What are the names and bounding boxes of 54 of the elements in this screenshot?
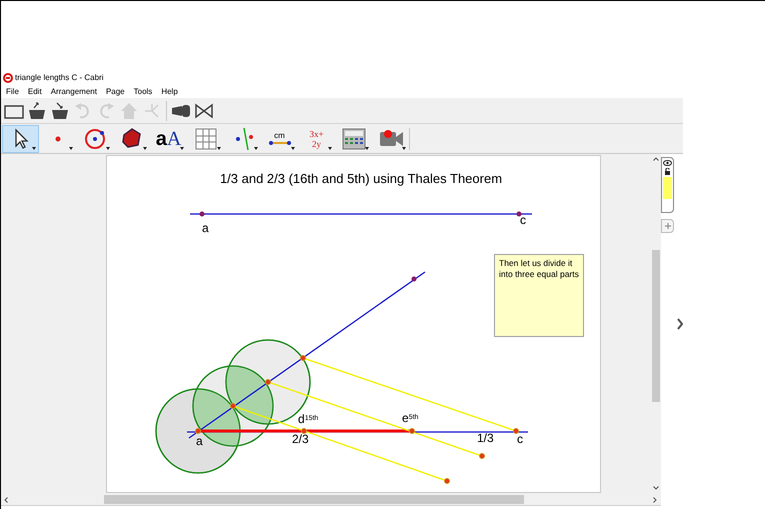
save-basket-icon	[49, 100, 71, 122]
plus-icon[interactable]	[664, 223, 670, 229]
ruler-segment-icon	[268, 140, 290, 146]
scroll-left-icon[interactable]	[4, 497, 8, 503]
scroll-right-icon[interactable]	[653, 497, 657, 503]
add-tab[interactable]	[661, 219, 674, 233]
point-label: 2/3	[292, 433, 309, 446]
dot-icon	[54, 136, 60, 142]
scroll-up-icon[interactable]	[653, 157, 659, 161]
caret-icon[interactable]	[328, 146, 332, 150]
tool-button[interactable]	[2, 124, 39, 152]
save-basket-button[interactable]	[49, 100, 71, 122]
eye-icon[interactable]	[663, 160, 672, 166]
caret-icon[interactable]	[217, 146, 221, 150]
chevron-right-icon[interactable]	[677, 318, 683, 330]
caret-icon[interactable]	[365, 146, 369, 150]
point-label: e$^{5th}$	[402, 412, 418, 425]
layer-swatch[interactable]	[663, 177, 672, 199]
caret-icon[interactable]	[180, 146, 184, 150]
caret-icon[interactable]	[402, 146, 406, 150]
menu-item[interactable]: File	[6, 86, 19, 98]
point-label: a	[196, 435, 203, 448]
window-title: triangle lengths C - Cabri	[15, 72, 104, 84]
grid-icon	[192, 126, 218, 152]
calculate-tool[interactable]: 3x+ 2y	[298, 124, 335, 152]
layers-tab[interactable]	[661, 157, 674, 213]
sheet-title: 1/3 and 2/3 (16th and 5th) using Thales Theorem	[218, 170, 504, 188]
measure-tool[interactable]: cm	[261, 124, 298, 152]
point-label: d$^{15th}$	[298, 413, 318, 426]
scrollbar-thumb[interactable]	[652, 250, 660, 402]
text-note: Then let us divide it into three equal parts	[494, 254, 584, 337]
point-label: 1/3	[477, 432, 494, 445]
menu-item[interactable]: Tools	[134, 86, 152, 98]
horizontal-scrollbar[interactable]	[1, 494, 661, 506]
menu-item[interactable]: Edit	[28, 86, 42, 98]
caret-icon[interactable]	[69, 146, 73, 150]
menu-item[interactable]: Arrangement	[50, 86, 97, 98]
menu-item[interactable]: Help	[161, 86, 178, 98]
scrollbar-thumb[interactable]	[104, 495, 524, 504]
caret-icon[interactable]	[143, 146, 147, 150]
point-label: a	[202, 222, 209, 235]
text-tool[interactable]: aA	[150, 124, 187, 152]
lock-icon[interactable]	[664, 168, 671, 175]
menu-item[interactable]: Page	[106, 86, 125, 98]
caret-icon[interactable]	[291, 146, 295, 150]
app-logo-icon	[3, 73, 13, 83]
caret-icon[interactable]	[32, 146, 36, 150]
scroll-down-icon[interactable]	[653, 486, 659, 490]
caret-icon[interactable]	[106, 146, 110, 150]
point-label: c	[517, 433, 523, 446]
point-label: c	[520, 214, 526, 227]
open-basket-icon	[26, 100, 48, 122]
open-basket-button[interactable]	[26, 100, 48, 122]
caret-icon[interactable]	[254, 146, 258, 150]
